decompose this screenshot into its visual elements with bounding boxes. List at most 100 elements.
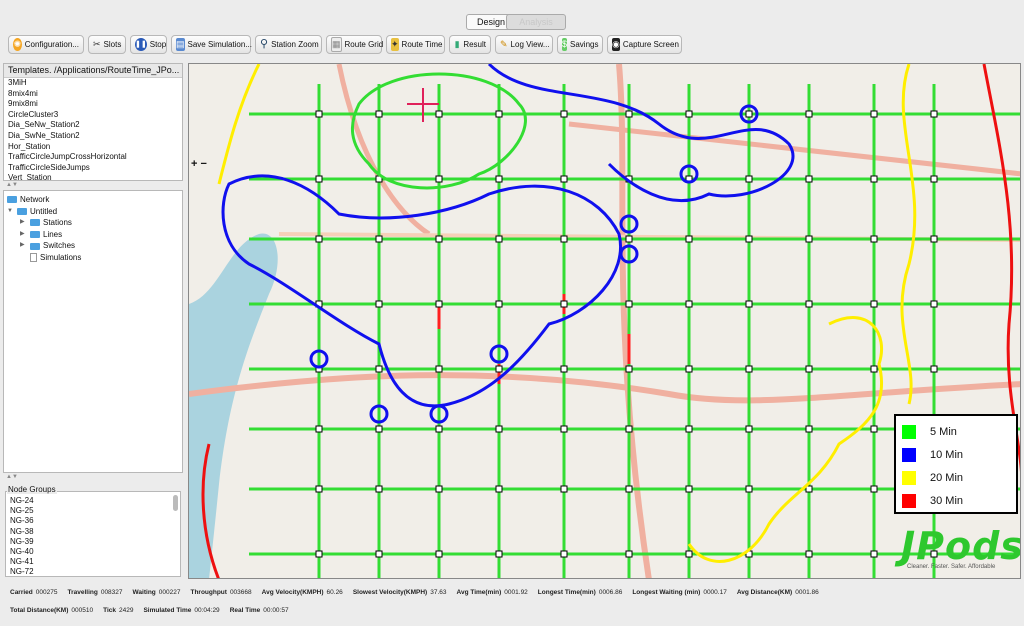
template-item[interactable]: Dia_SeNw_Station2 bbox=[4, 120, 182, 131]
status-field: Simulated Time 00:04:29 bbox=[143, 607, 219, 614]
template-item[interactable]: 8mix4mi bbox=[4, 89, 182, 100]
tree-item-untitled[interactable]: ▼ Untitled bbox=[4, 206, 182, 218]
route-time-button[interactable]: ✦ Route Time bbox=[386, 35, 445, 54]
status-field: Longest Waiting (min) 0000.17 bbox=[632, 589, 727, 596]
status-value: 00:00:57 bbox=[263, 607, 289, 614]
tab-analysis[interactable]: Analysis bbox=[506, 14, 566, 30]
station-node bbox=[495, 110, 503, 118]
station-node bbox=[745, 175, 753, 183]
template-item[interactable]: Hor_Station bbox=[4, 142, 182, 153]
tree-item-network[interactable]: Network bbox=[4, 194, 182, 206]
status-field: Real Time 00:00:57 bbox=[230, 607, 289, 614]
station-node bbox=[625, 300, 633, 308]
log-view-button[interactable]: ✎ Log View... bbox=[495, 35, 553, 54]
node-group-item[interactable]: NG-36 bbox=[6, 516, 180, 526]
station-node bbox=[625, 485, 633, 493]
station-node bbox=[685, 300, 693, 308]
chevron-right-icon: ▶ bbox=[20, 219, 25, 226]
folder-icon bbox=[17, 207, 27, 215]
node-group-item[interactable]: NG-41 bbox=[6, 557, 180, 567]
station-node bbox=[560, 365, 568, 373]
template-item[interactable]: 9mix8mi bbox=[4, 99, 182, 110]
route-time-label: Route Time bbox=[401, 40, 443, 49]
station-node bbox=[495, 425, 503, 433]
status-field: Avg Velocity(KMPH) 60.26 bbox=[262, 589, 343, 596]
template-item[interactable]: TrafficCircleJumpCrossHorizontal bbox=[4, 152, 182, 163]
station-node bbox=[625, 425, 633, 433]
status-row-2: Total Distance(KM) 000510 Tick 2429 Simulate… bbox=[10, 607, 299, 614]
highway-line bbox=[336, 64, 431, 237]
coverage-20min bbox=[687, 316, 884, 563]
station-node bbox=[375, 550, 383, 558]
result-button[interactable]: ▮ Result bbox=[449, 35, 491, 54]
folder-icon bbox=[30, 231, 40, 239]
node-group-item[interactable]: NG-38 bbox=[6, 527, 180, 537]
node-group-item[interactable]: NG-25 bbox=[6, 506, 180, 516]
station-node bbox=[930, 300, 938, 308]
node-group-item[interactable]: NG-72 bbox=[6, 567, 180, 576]
chevron-right-icon: ▶ bbox=[20, 230, 25, 237]
status-label: Longest Time(min) bbox=[537, 589, 596, 596]
status-field: Longest Time(min) 0006.86 bbox=[538, 589, 623, 596]
route-grid-button[interactable]: ▦ Route Grid bbox=[326, 35, 383, 54]
node-group-item[interactable]: NG-39 bbox=[6, 537, 180, 547]
station-node bbox=[625, 365, 633, 373]
station-node bbox=[495, 175, 503, 183]
tree-item-stations[interactable]: ▶ Stations bbox=[4, 217, 182, 229]
status-label: Waiting bbox=[132, 589, 156, 596]
status-field: Carried 000275 bbox=[10, 589, 57, 596]
template-item[interactable]: Vert_Station bbox=[4, 173, 182, 180]
status-label: Simulated Time bbox=[143, 607, 192, 614]
tree-label: Simulations bbox=[40, 252, 82, 262]
station-node bbox=[805, 175, 813, 183]
station-node bbox=[745, 300, 753, 308]
tree-label: Network bbox=[20, 195, 50, 204]
status-label: Avg Distance(KM) bbox=[736, 589, 793, 596]
status-field: Throughput 003668 bbox=[190, 589, 251, 596]
status-label: Real Time bbox=[229, 607, 261, 614]
tree-item-switches[interactable]: ▶ Switches bbox=[4, 240, 182, 252]
station-node bbox=[375, 365, 383, 373]
template-item[interactable]: CircleCluster3 bbox=[4, 110, 182, 121]
station-node bbox=[805, 235, 813, 243]
status-value: 000275 bbox=[35, 589, 58, 596]
stop-button[interactable]: ❚❚ Stop bbox=[130, 35, 167, 54]
splitter-handle[interactable]: ▲▼ bbox=[3, 474, 186, 480]
slots-button[interactable]: ✂ Slots bbox=[88, 35, 126, 54]
configuration-button[interactable]: ✺ Configuration... bbox=[8, 35, 84, 54]
scrollbar[interactable] bbox=[173, 495, 178, 511]
capture-screen-label: Capture Screen bbox=[622, 40, 679, 49]
node-group-item[interactable]: NG-40 bbox=[6, 547, 180, 557]
template-item[interactable]: Dia_SwNe_Station2 bbox=[4, 131, 182, 142]
capture-screen-button[interactable]: ◉ Capture Screen bbox=[607, 35, 682, 54]
save-simulation-button[interactable]: ▤ Save Simulation... bbox=[171, 35, 252, 54]
station-zoom-label: Station Zoom bbox=[271, 40, 319, 49]
station-node bbox=[435, 425, 443, 433]
legend-label: 5 Min bbox=[930, 426, 957, 438]
station-node bbox=[315, 110, 323, 118]
template-item[interactable]: 3MiH bbox=[4, 78, 182, 89]
document-icon bbox=[30, 253, 37, 263]
route-map[interactable]: + − 5 Min 10 Min 20 Min 30 Min JPods Cle… bbox=[188, 63, 1021, 579]
station-node bbox=[805, 550, 813, 558]
station-node bbox=[435, 300, 443, 308]
station-zoom-button[interactable]: ⚲ Station Zoom bbox=[255, 35, 322, 54]
tree-item-lines[interactable]: ▶ Lines bbox=[4, 229, 182, 241]
station-node bbox=[805, 425, 813, 433]
tree-item-simulations[interactable]: Simulations bbox=[4, 252, 182, 264]
node-group-item[interactable]: NG-24 bbox=[6, 496, 180, 506]
station-node bbox=[805, 365, 813, 373]
station-node bbox=[315, 425, 323, 433]
station-node bbox=[685, 550, 693, 558]
status-field: Tick 2429 bbox=[103, 607, 133, 614]
splitter-handle[interactable]: ▲▼ bbox=[3, 182, 186, 188]
savings-button[interactable]: $ Savings bbox=[557, 35, 603, 54]
template-item[interactable]: TrafficCircleSideJumps bbox=[4, 163, 182, 174]
zoom-controls[interactable]: + − bbox=[191, 158, 207, 170]
status-value: 000510 bbox=[71, 607, 94, 614]
templates-panel: Templates. /Applications/RouteTime_JPo..… bbox=[3, 63, 183, 181]
station-node bbox=[870, 300, 878, 308]
station-node bbox=[560, 175, 568, 183]
tools-icon: ✂ bbox=[93, 39, 101, 49]
coverage-20min bbox=[217, 64, 261, 185]
